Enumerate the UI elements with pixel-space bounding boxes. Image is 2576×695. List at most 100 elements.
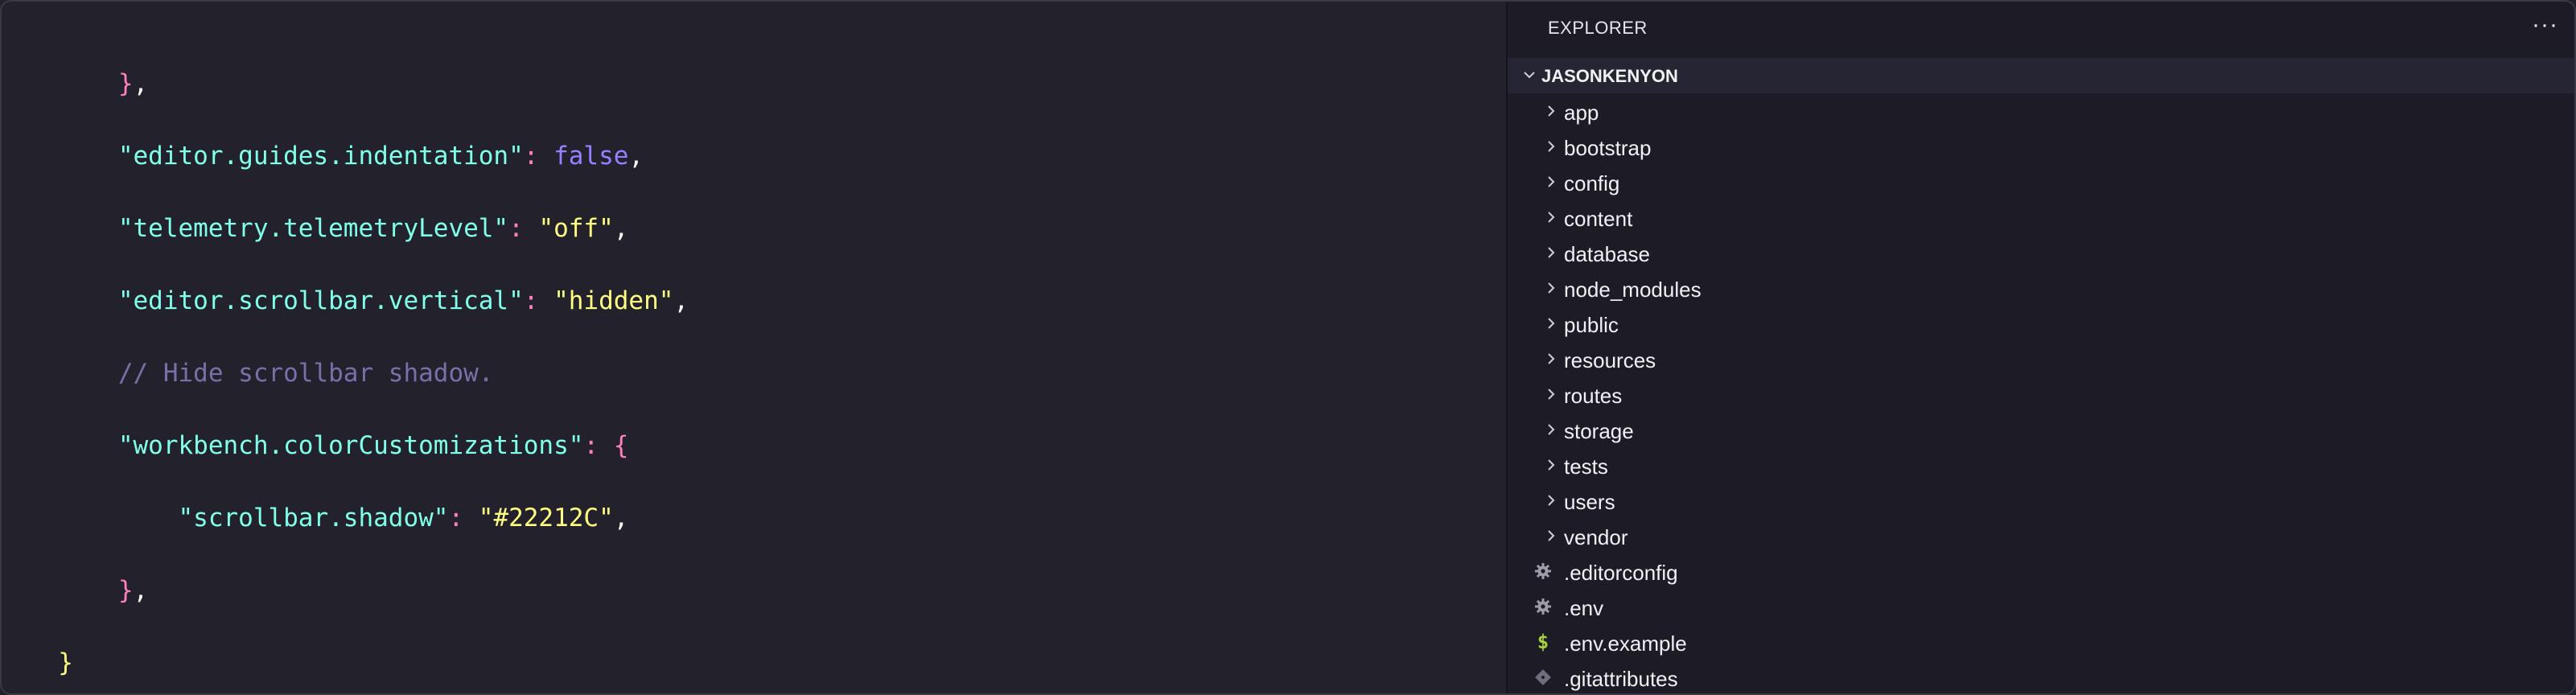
folder-name: resources xyxy=(1564,348,1656,372)
file-gitattributes[interactable]: .gitattributes xyxy=(1508,660,2574,693)
code-line: }, xyxy=(58,566,148,615)
file-env[interactable]: .env xyxy=(1508,589,2574,624)
gear-icon xyxy=(1535,563,1551,579)
folder-name: users xyxy=(1564,490,1615,514)
file-env-example[interactable]: $ .env.example xyxy=(1508,624,2574,660)
chevron-right-icon xyxy=(1548,530,1555,541)
folder-vendor[interactable]: vendor xyxy=(1508,518,2574,553)
folder-routes[interactable]: routes xyxy=(1508,376,2574,412)
code-line: "editor.guides.indentation": false, xyxy=(58,132,644,180)
chevron-right-icon xyxy=(1548,247,1555,258)
code-line: // Hide scrollbar shadow. xyxy=(58,349,494,397)
file-editorconfig[interactable]: .editorconfig xyxy=(1508,553,2574,589)
chevron-right-icon xyxy=(1548,282,1555,294)
code-line: } xyxy=(58,639,73,687)
code-token: "editor.guides.indentation" xyxy=(117,142,524,171)
explorer-sidebar: EXPLORER ··· JASONKENYON app bootstrap con… xyxy=(1506,2,2574,693)
folder-name: vendor xyxy=(1564,525,1628,549)
code-token: "hidden" xyxy=(553,286,674,315)
code-token: } xyxy=(117,69,134,98)
code-token: } xyxy=(58,648,73,677)
folder-name: config xyxy=(1564,171,1620,195)
chevron-right-icon xyxy=(1548,212,1555,223)
code-editor[interactable]: }, "editor.guides.indentation": false, "… xyxy=(2,2,1506,693)
file-name: .gitattributes xyxy=(1564,667,1678,691)
code-line: "editor.scrollbar.vertical": "hidden", xyxy=(58,277,689,325)
folder-name: content xyxy=(1564,207,1633,231)
code-token: : xyxy=(583,431,614,460)
chevron-right-icon xyxy=(1548,424,1555,435)
code-token: "workbench.colorCustomizations" xyxy=(117,431,584,460)
chevron-right-icon xyxy=(1548,105,1555,117)
chevron-down-icon xyxy=(1524,72,1535,79)
folder-tests[interactable]: tests xyxy=(1508,447,2574,483)
dollar-icon: $ xyxy=(1537,631,1549,653)
code-token: , xyxy=(133,69,149,98)
folder-app[interactable]: app xyxy=(1508,93,2574,129)
chevron-right-icon xyxy=(1548,141,1555,152)
file-name: .env xyxy=(1564,596,1604,620)
file-icon xyxy=(1532,560,1554,582)
code-token: "editor.scrollbar.vertical" xyxy=(117,286,524,315)
code-token: : xyxy=(523,142,554,171)
code-token: : xyxy=(508,214,539,243)
folder-name: routes xyxy=(1564,384,1623,408)
folder-name: node_modules xyxy=(1564,278,1702,302)
code-line: "telemetry.telemetryLevel": "off", xyxy=(58,204,629,253)
code-token: // Hide scrollbar shadow. xyxy=(117,359,494,388)
file-icon: $ xyxy=(1532,631,1554,653)
code-token: , xyxy=(613,504,629,533)
folder-node-modules[interactable]: node_modules xyxy=(1508,270,2574,306)
code-token: "scrollbar.shadow" xyxy=(178,504,449,533)
folder-content[interactable]: content xyxy=(1508,199,2574,235)
workspace-name: JASONKENYON xyxy=(1541,66,1678,86)
chevron-right-icon xyxy=(1548,318,1555,329)
code-line: }, xyxy=(58,60,148,108)
chevron-right-icon xyxy=(1548,389,1555,400)
folder-bootstrap[interactable]: bootstrap xyxy=(1508,129,2574,164)
code-line: "scrollbar.shadow": "#22212C", xyxy=(58,494,629,542)
code-token: , xyxy=(628,142,644,171)
file-icon xyxy=(1532,666,1554,689)
code-line: "workbench.colorCustomizations": { xyxy=(58,422,629,470)
file-name: .editorconfig xyxy=(1564,561,1678,585)
code-token: } xyxy=(117,576,134,605)
folder-storage[interactable]: storage xyxy=(1508,412,2574,447)
file-name: .env.example xyxy=(1564,631,1687,656)
file-icon xyxy=(1532,595,1554,618)
git-icon xyxy=(1535,669,1551,685)
folder-name: storage xyxy=(1564,419,1634,443)
code-token: "off" xyxy=(538,214,614,243)
code-token: false xyxy=(553,142,629,171)
code-token: : xyxy=(523,286,554,315)
code-token: , xyxy=(613,214,629,243)
folder-users[interactable]: users xyxy=(1508,483,2574,518)
folder-database[interactable]: database xyxy=(1508,235,2574,270)
folder-config[interactable]: config xyxy=(1508,164,2574,199)
chevron-right-icon xyxy=(1548,353,1555,364)
chevron-right-icon xyxy=(1548,176,1555,187)
more-actions-icon[interactable]: ··· xyxy=(2532,13,2558,37)
folder-name: database xyxy=(1564,242,1650,266)
chevron-right-icon xyxy=(1548,495,1555,506)
code-token: { xyxy=(613,431,629,460)
folder-public[interactable]: public xyxy=(1508,306,2574,341)
workspace-section-header[interactable]: JASONKENYON xyxy=(1508,58,2574,93)
folder-name: bootstrap xyxy=(1564,136,1652,160)
folder-name: tests xyxy=(1564,454,1608,479)
code-token: : xyxy=(448,504,479,533)
gear-icon xyxy=(1535,598,1551,615)
code-token: , xyxy=(673,286,689,315)
code-token: , xyxy=(133,576,149,605)
folder-resources[interactable]: resources xyxy=(1508,341,2574,376)
code-token: "#22212C" xyxy=(478,504,614,533)
app-window: }, "editor.guides.indentation": false, "… xyxy=(0,0,2576,695)
chevron-right-icon xyxy=(1548,459,1555,471)
folder-name: public xyxy=(1564,313,1619,337)
